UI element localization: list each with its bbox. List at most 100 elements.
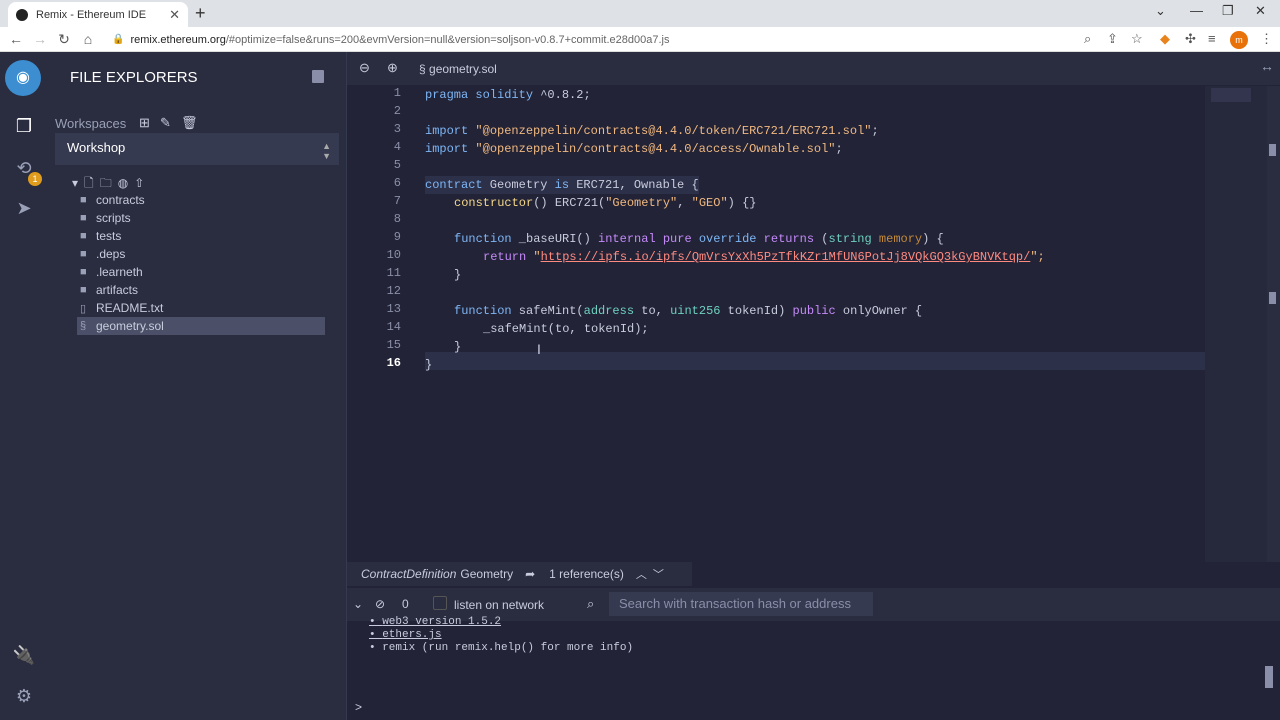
reading-list-icon[interactable]: ≡ xyxy=(1208,31,1216,46)
restore-icon[interactable]: ❐ xyxy=(1222,3,1234,19)
file-item-selected[interactable]: § geometry.sol xyxy=(77,317,325,335)
tab-search-icon[interactable]: ⌄ xyxy=(1155,3,1166,19)
file-item-label: contracts xyxy=(96,193,145,207)
line-number: 7 xyxy=(393,194,401,208)
rename-workspace-icon[interactable]: ✎ xyxy=(160,115,171,131)
file-item-label: .learneth xyxy=(96,265,143,279)
line-number: 3 xyxy=(393,122,401,136)
bookmark-star-icon[interactable]: ☆ xyxy=(1131,31,1143,47)
create-workspace-icon[interactable]: ⊞ xyxy=(139,115,150,131)
browser-tab-title: Remix - Ethereum IDE xyxy=(36,8,147,21)
line-number: 15 xyxy=(386,338,401,352)
forward-icon[interactable]: → xyxy=(28,31,52,47)
folder-icon: ■ xyxy=(80,212,87,224)
settings-gear-icon[interactable]: ⚙ xyxy=(12,684,36,708)
file-item-folder[interactable]: ■ .learneth xyxy=(77,263,325,281)
new-file-icon[interactable]: 🗋 xyxy=(84,176,100,190)
reload-icon[interactable]: ↻ xyxy=(52,31,76,48)
code-line: return "https://ipfs.io/ipfs/QmVrsYxXh5P… xyxy=(483,250,1045,264)
back-icon[interactable]: ← xyxy=(4,31,28,47)
terminal-search-input[interactable]: Search with transaction hash or address xyxy=(609,592,873,616)
icon-panel: ◉ ❐ ⟲ 1 ➤ 🔌 ⚙ xyxy=(0,52,47,720)
deploy-run-icon[interactable]: ➤ xyxy=(12,196,36,220)
github-icon[interactable]: ◍ xyxy=(118,176,134,190)
clear-console-icon[interactable]: ⊘ xyxy=(375,597,385,611)
reference-bar: ContractDefinition Geometry ➦ 1 referenc… xyxy=(347,562,692,586)
zoom-in-icon[interactable]: ⊕ xyxy=(387,60,398,76)
file-item-folder[interactable]: ■ scripts xyxy=(77,209,325,227)
workspace-select[interactable]: Workshop ▲ ▼ xyxy=(55,133,339,165)
line-number: 12 xyxy=(386,284,401,298)
new-tab-icon[interactable]: + xyxy=(195,3,206,24)
home-icon[interactable]: ⌂ xyxy=(76,31,100,47)
line-number: 10 xyxy=(386,248,401,262)
editor-toolbar: ⊖ ⊕ § geometry.sol ↔ xyxy=(347,52,1280,85)
zoom-out-icon[interactable]: ⊖ xyxy=(359,60,370,76)
profile-avatar[interactable]: m xyxy=(1230,31,1248,49)
line-number: 9 xyxy=(393,230,401,244)
share-icon[interactable]: ⇪ xyxy=(1107,31,1118,47)
url-field[interactable]: 🔒 remix.ethereum.org/#optimize=false&run… xyxy=(112,31,1072,48)
browser-menu-icon[interactable]: ⋮ xyxy=(1260,31,1273,47)
zoom-icon[interactable]: ⌕ xyxy=(1084,31,1091,47)
terminal-line[interactable]: • ethers.js xyxy=(369,629,969,642)
code-line: import "@openzeppelin/contracts@4.4.0/ac… xyxy=(425,142,843,156)
code-editor: ⊖ ⊕ § geometry.sol ↔ 1 2 3 4 5 6 7 8 9 1… xyxy=(347,52,1280,562)
editor-tab[interactable]: § geometry.sol xyxy=(419,62,497,76)
file-item-folder[interactable]: ■ contracts xyxy=(77,191,325,209)
file-item-folder[interactable]: ■ .deps xyxy=(77,245,325,263)
caret-down-icon[interactable]: ▾ xyxy=(72,176,84,190)
documentation-icon[interactable] xyxy=(312,70,324,83)
remix-favicon-icon xyxy=(16,8,28,21)
code-line: function safeMint(address to, uint256 to… xyxy=(454,304,923,318)
chevron-up-icon[interactable]: ︿ xyxy=(636,566,647,582)
collapse-terminal-icon[interactable]: ⌄ xyxy=(353,597,363,611)
code-line: } xyxy=(454,340,462,354)
file-item-file[interactable]: ▯ README.txt xyxy=(77,299,325,317)
line-number: 1 xyxy=(393,86,401,100)
folder-icon: ■ xyxy=(80,230,87,242)
expand-icon[interactable]: ↔ xyxy=(1260,58,1274,74)
remix-logo-icon[interactable]: ◉ xyxy=(5,60,41,96)
url-host: remix.ethereum.org xyxy=(130,33,226,46)
terminal-prompt[interactable]: > xyxy=(355,700,362,714)
file-explorer-icon[interactable]: ❐ xyxy=(12,114,36,138)
line-number: 11 xyxy=(386,266,401,280)
terminal-line: • remix (run remix.help() for more info) xyxy=(369,642,634,654)
code-line: _safeMint(to, tokenId); xyxy=(483,322,649,336)
line-number: 8 xyxy=(393,212,401,226)
line-number: 14 xyxy=(386,320,401,334)
text-cursor-icon: I xyxy=(537,341,541,357)
minimap[interactable] xyxy=(1205,86,1267,562)
file-item-folder[interactable]: ■ artifacts xyxy=(77,281,325,299)
file-item-folder[interactable]: ■ tests xyxy=(77,227,325,245)
delete-workspace-icon[interactable]: 🗑 xyxy=(181,115,198,131)
go-to-definition-icon[interactable]: ➦ xyxy=(525,567,535,581)
plugin-manager-icon[interactable]: 🔌 xyxy=(12,643,36,667)
metamask-icon[interactable]: ◆ xyxy=(1160,31,1170,47)
listen-network-checkbox[interactable] xyxy=(433,596,447,610)
extensions-icon[interactable]: ✣ xyxy=(1185,31,1196,47)
terminal-output: • web3 version 1.5.2 • ethers.js • remix… xyxy=(369,616,969,655)
editor-scrollbar[interactable] xyxy=(1267,86,1280,562)
upload-icon[interactable]: ⇧ xyxy=(134,176,150,190)
chevron-down-icon[interactable]: ﹀ xyxy=(653,566,664,582)
code-line: } xyxy=(425,358,433,372)
file-item-label: tests xyxy=(96,229,122,243)
file-icon: ▯ xyxy=(80,302,87,315)
folder-icon: ■ xyxy=(80,194,87,206)
search-icon: ⌕ xyxy=(587,596,595,611)
code-line-selected: contract Geometry is ERC721, Ownable { xyxy=(425,176,699,194)
terminal-line[interactable]: • web3 version 1.5.2 xyxy=(369,616,969,629)
close-window-icon[interactable]: ✕ xyxy=(1255,3,1266,19)
minimize-icon[interactable]: — xyxy=(1190,3,1203,18)
code-line: } xyxy=(454,268,462,282)
code-line: constructor() ERC721("Geometry", "GEO") … xyxy=(454,196,757,210)
line-number-current: 16 xyxy=(386,356,401,370)
close-tab-icon[interactable]: ✕ xyxy=(169,7,180,23)
terminal-scrollbar[interactable] xyxy=(1265,666,1273,688)
line-number: 5 xyxy=(393,158,401,172)
new-folder-icon[interactable]: 🗀 xyxy=(100,176,118,190)
browser-tab[interactable]: Remix - Ethereum IDE ✕ xyxy=(8,2,188,27)
file-item-label: scripts xyxy=(96,211,131,225)
